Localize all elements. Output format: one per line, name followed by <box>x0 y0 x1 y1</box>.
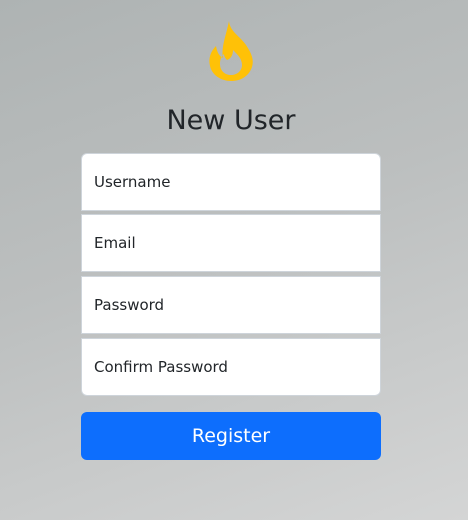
confirm-password-field[interactable] <box>81 338 381 396</box>
register-page: New User Register <box>0 0 468 520</box>
email-field[interactable] <box>81 214 381 272</box>
flame-shape <box>209 21 253 81</box>
password-field[interactable] <box>81 276 381 334</box>
page-title: New User <box>166 105 296 136</box>
flame-icon <box>209 21 253 81</box>
username-field[interactable] <box>81 153 381 211</box>
register-button[interactable]: Register <box>81 412 381 460</box>
